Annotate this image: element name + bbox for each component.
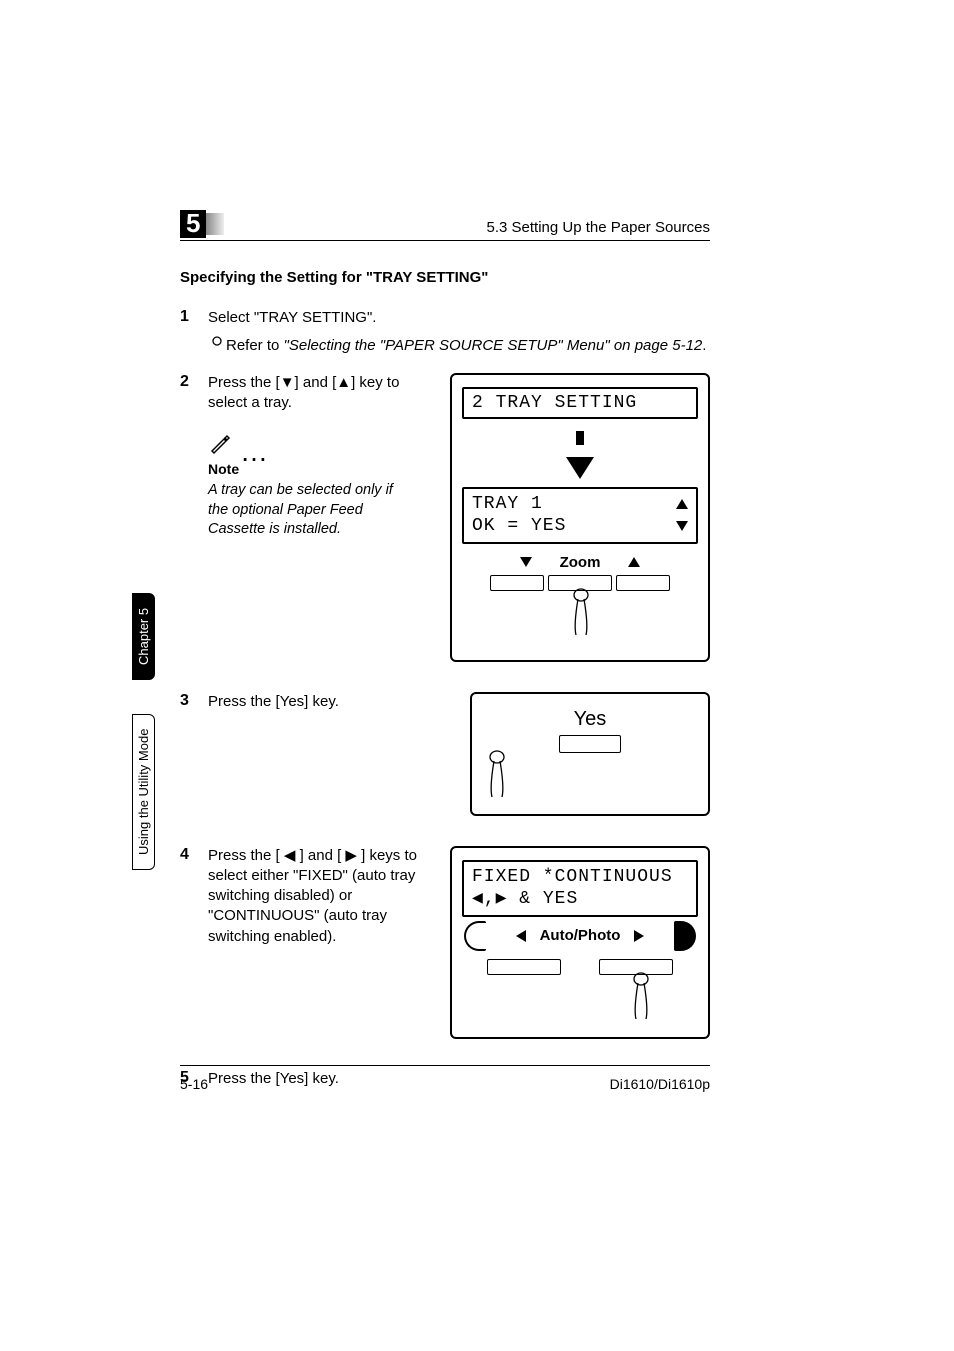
- footer-model: Di1610/Di1610p: [610, 1076, 710, 1092]
- left-triangle-icon: [516, 930, 526, 942]
- page-title: Specifying the Setting for "TRAY SETTING…: [180, 269, 710, 286]
- lcd-panel-fixed-continuous: FIXED *CONTINUOUS ◀,▶ & YES Auto/Photo: [450, 846, 710, 1039]
- key-slot: [616, 575, 670, 591]
- step-1-sub-prefix: Refer to: [226, 337, 284, 354]
- section-reference: 5.3 Setting Up the Paper Sources: [487, 219, 710, 236]
- sidebar-tab-mode: Using the Utility Mode: [132, 714, 155, 870]
- finger-press-icon: [568, 587, 594, 637]
- auto-photo-slots: [462, 959, 698, 975]
- step-4: 4 Press the [ ◀ ] and [ ▶ ] keys to sele…: [180, 846, 430, 947]
- down-triangle-icon: [676, 521, 688, 531]
- arrow-stem: [576, 431, 584, 445]
- zoom-label: Zoom: [560, 554, 601, 571]
- pencil-icon: [208, 431, 234, 457]
- bullet-icon: [208, 336, 226, 356]
- step-1-number: 1: [180, 308, 208, 357]
- lcd-line-tray: TRAY 1 OK = YES: [462, 487, 698, 544]
- step-2-left: 2 Press the [▼] and [▲] key to select a …: [180, 373, 430, 540]
- page-footer: 5-16 Di1610/Di1610p: [180, 1065, 710, 1092]
- lcd-fc-line1: FIXED *CONTINUOUS: [472, 866, 688, 889]
- lcd-tray-label: TRAY 1: [472, 493, 543, 516]
- yes-key-label: Yes: [484, 708, 696, 731]
- lcd-fixed-continuous: FIXED *CONTINUOUS ◀,▶ & YES: [462, 860, 698, 917]
- note-icon-row: …: [208, 431, 430, 457]
- right-triangle-icon: [634, 930, 644, 942]
- sidebar-tab-chapter: Chapter 5: [132, 593, 155, 680]
- step-1-sub-ref: "Selecting the "PAPER SOURCE SETUP" Menu…: [284, 337, 703, 354]
- step-1-text: Select "TRAY SETTING".: [208, 309, 376, 326]
- auto-photo-row: Auto/Photo: [462, 921, 698, 951]
- badge-tail-decoration: [206, 213, 224, 235]
- note-body: A tray can be selected only if the optio…: [208, 481, 398, 540]
- header-row: 5 5.3 Setting Up the Paper Sources: [180, 210, 710, 241]
- page-content: 5 5.3 Setting Up the Paper Sources Speci…: [180, 210, 710, 1095]
- auto-photo-label: Auto/Photo: [540, 927, 621, 944]
- key-slot: [599, 959, 673, 975]
- step-3-number: 3: [180, 692, 208, 712]
- lcd-ok-label: OK = YES: [472, 515, 566, 538]
- arrow-down-icon: [566, 457, 594, 479]
- up-triangle-icon: [676, 499, 688, 509]
- lcd-line-menu: 2 TRAY SETTING: [462, 387, 698, 419]
- zoom-up-icon: [628, 557, 640, 567]
- zoom-row: Zoom: [462, 554, 698, 571]
- finger-press-icon: [628, 971, 654, 1021]
- pill-right-icon: [674, 921, 696, 951]
- step-1-sub-end: .: [702, 337, 706, 354]
- step-4-number: 4: [180, 846, 208, 947]
- step-1: 1 Select "TRAY SETTING". Refer to "Selec…: [180, 308, 710, 357]
- lcd-fc-line2: ◀,▶ & YES: [472, 888, 688, 911]
- chapter-badge: 5: [180, 210, 224, 238]
- key-slot: [487, 959, 561, 975]
- chapter-number: 5: [180, 210, 206, 238]
- footer-page-number: 5-16: [180, 1076, 208, 1092]
- finger-press-icon: [484, 749, 510, 799]
- note-dots-icon: …: [240, 446, 270, 457]
- lcd-panel-tray-setting: 2 TRAY SETTING TRAY 1 OK = YES Zoom: [450, 373, 710, 662]
- zoom-down-icon: [520, 557, 532, 567]
- step-2-text: Press the [▼] and [▲] key to select a tr…: [208, 373, 430, 414]
- step-3-text: Press the [Yes] key.: [208, 692, 450, 712]
- yes-key-slot: [559, 735, 621, 753]
- pill-left-icon: [464, 921, 486, 951]
- step-1-body: Select "TRAY SETTING". Refer to "Selecti…: [208, 308, 710, 357]
- step-3: 3 Press the [Yes] key.: [180, 692, 450, 712]
- step-2: 2 Press the [▼] and [▲] key to select a …: [180, 373, 430, 414]
- step-2-number: 2: [180, 373, 208, 414]
- yes-key-panel: Yes: [470, 692, 710, 816]
- key-slot: [490, 575, 544, 591]
- step-4-text: Press the [ ◀ ] and [ ▶ ] keys to select…: [208, 846, 430, 947]
- step-1-sub: Refer to "Selecting the "PAPER SOURCE SE…: [226, 336, 706, 356]
